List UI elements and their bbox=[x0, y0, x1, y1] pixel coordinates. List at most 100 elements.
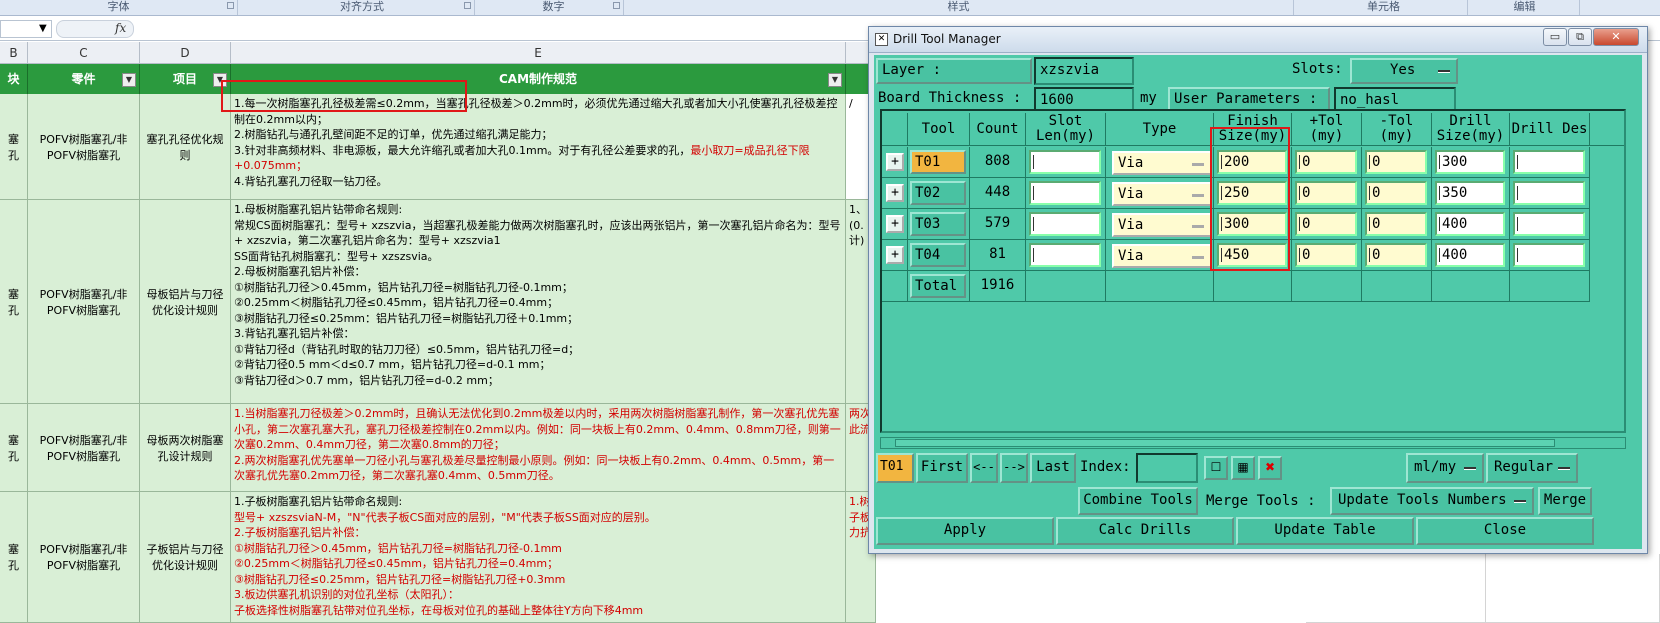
scrollbar-thumb[interactable] bbox=[895, 439, 1555, 447]
drill-size-input[interactable]: 300 bbox=[1435, 150, 1505, 174]
dialog-launcher-icon[interactable] bbox=[613, 2, 620, 9]
cell-spec[interactable]: 1.子板树脂塞孔铝片钻带命名规则: 型号+ xzszsviaN-M，"N"代表子… bbox=[231, 492, 846, 623]
cell-item[interactable]: 母板铝片与刀径优化设计规则 bbox=[140, 200, 231, 404]
cell-spec[interactable]: 1.当树脂塞孔刀径极差＞0.2mm时，且确认无法优化到0.2mm极差以内时，采用… bbox=[231, 404, 846, 492]
tool-row-icon[interactable]: + bbox=[886, 184, 904, 202]
spec-line: ①树脂钻孔刀径＞0.45mm，铝片钻孔刀径=树脂钻孔刀径-0.1mm； bbox=[234, 280, 573, 294]
drill-des-input[interactable] bbox=[1513, 150, 1585, 174]
column-header-b[interactable]: B bbox=[0, 42, 28, 64]
minus-tol-input[interactable]: 0 bbox=[1365, 212, 1427, 236]
type-option-menu[interactable]: Via bbox=[1112, 244, 1212, 268]
tool-row-icon[interactable]: + bbox=[886, 153, 904, 171]
tool-button[interactable]: T02 bbox=[910, 181, 966, 205]
mode-option-menu[interactable]: Regular bbox=[1486, 453, 1578, 483]
empty-cell[interactable] bbox=[1306, 554, 1486, 623]
dialog-client: Layer : xzszvia Slots: Yes Board Thickne… bbox=[874, 55, 1642, 549]
combine-tools-button[interactable]: Combine Tools bbox=[1078, 487, 1198, 515]
column-header-c[interactable]: C bbox=[28, 42, 140, 64]
drill-des-input[interactable] bbox=[1513, 243, 1585, 267]
minimize-button[interactable]: ▭ bbox=[1543, 28, 1567, 46]
tool-button[interactable]: T03 bbox=[910, 212, 966, 236]
insert-function-button[interactable]: fx bbox=[56, 20, 134, 38]
slot-len-input[interactable] bbox=[1029, 181, 1101, 205]
spec-line: 1.子板树脂塞孔铝片钻带命名规则: bbox=[234, 495, 403, 508]
delete-icon[interactable]: ✖ bbox=[1258, 456, 1282, 480]
column-header-e[interactable]: E bbox=[231, 42, 846, 64]
tool-cell: T01 bbox=[908, 147, 970, 178]
filter-dropdown-icon[interactable]: ▼ bbox=[122, 73, 136, 87]
cell-item[interactable]: 子板铝片与刀径优化设计规则 bbox=[140, 492, 231, 623]
plus-tol-input[interactable]: 0 bbox=[1295, 181, 1357, 205]
name-box[interactable]: ▼ bbox=[0, 20, 52, 38]
minus-tol-cell: 0 bbox=[1362, 209, 1432, 240]
maximize-button[interactable]: ⧉ bbox=[1568, 28, 1592, 46]
type-option-menu[interactable]: Via bbox=[1112, 151, 1212, 175]
picture-icon[interactable]: ▦ bbox=[1231, 456, 1255, 480]
tool-button[interactable]: T01 bbox=[910, 150, 966, 174]
column-header-extra bbox=[1590, 113, 1624, 146]
cell-block[interactable]: 塞孔 bbox=[0, 94, 28, 200]
drill-size-input[interactable]: 400 bbox=[1435, 212, 1505, 236]
close-window-button[interactable]: ✕ bbox=[1593, 28, 1639, 46]
type-option-menu[interactable]: Via bbox=[1112, 182, 1212, 206]
cell-block[interactable]: 塞孔 bbox=[0, 492, 28, 623]
spec-line: 4.背钻孔塞孔刀径取一钻刀径。 bbox=[234, 174, 388, 188]
title-bar[interactable]: ✕ Drill Tool Manager ▭ ⧉ ✕ bbox=[869, 27, 1647, 53]
cell-spec[interactable]: 1.母板树脂塞孔铝片钻带命名规则: 常规CS面树脂塞孔：型号+ xzszvia，… bbox=[231, 200, 846, 404]
cell-part[interactable]: POFV树脂塞孔/非POFV树脂塞孔 bbox=[28, 200, 140, 404]
previous-button[interactable]: <-- bbox=[970, 453, 998, 483]
update-table-button[interactable]: Update Table bbox=[1236, 517, 1414, 545]
total-label: Total bbox=[910, 274, 966, 298]
column-header-d[interactable]: D bbox=[140, 42, 231, 64]
tool-row-icon[interactable]: + bbox=[886, 246, 904, 264]
minus-tol-input[interactable]: 0 bbox=[1365, 243, 1427, 267]
index-input[interactable] bbox=[1136, 453, 1198, 483]
plus-tol-input[interactable]: 0 bbox=[1295, 212, 1357, 236]
minus-tol-input[interactable]: 0 bbox=[1365, 150, 1427, 174]
spec-line: SS面背钻孔树脂塞孔：型号+ xzszsvia。 bbox=[234, 249, 439, 263]
cell-block[interactable]: 塞孔 bbox=[0, 200, 28, 404]
horizontal-scrollbar[interactable] bbox=[880, 437, 1626, 449]
option-menu-icon bbox=[1558, 467, 1570, 470]
slot-len-input[interactable] bbox=[1029, 243, 1101, 267]
count-value: 81 bbox=[989, 246, 1006, 262]
tool-row-icon[interactable]: + bbox=[886, 215, 904, 233]
bulb-icon[interactable]: ☐ bbox=[1204, 456, 1228, 480]
dialog-launcher-icon[interactable] bbox=[464, 2, 471, 9]
empty-cell[interactable] bbox=[1486, 554, 1660, 623]
type-cell: Via bbox=[1106, 240, 1214, 271]
calc-drills-button[interactable]: Calc Drills bbox=[1056, 517, 1234, 545]
next-button[interactable]: --> bbox=[1000, 453, 1028, 483]
slot-len-input[interactable] bbox=[1029, 150, 1101, 174]
count-value: 808 bbox=[984, 153, 1011, 169]
merge-button[interactable]: Merge bbox=[1538, 487, 1592, 515]
first-button[interactable]: First bbox=[916, 453, 968, 483]
drill-size-input[interactable]: 400 bbox=[1435, 243, 1505, 267]
cell-block[interactable]: 塞孔 bbox=[0, 404, 28, 492]
cell-item[interactable]: 母板两次树脂塞孔设计规则 bbox=[140, 404, 231, 492]
cell-part[interactable]: POFV树脂塞孔/非POFV树脂塞孔 bbox=[28, 492, 140, 623]
type-option-menu[interactable]: Via bbox=[1112, 213, 1212, 237]
merge-tools-option-menu[interactable]: Update Tools Numbers bbox=[1330, 487, 1534, 515]
slots-option-menu[interactable]: Yes bbox=[1350, 58, 1458, 84]
spec-line-red: 2.两次树脂塞孔优先塞单一刀径小孔与塞孔极差尽量控制最小原则。例如：同一块板上有… bbox=[234, 453, 835, 483]
slot-len-input[interactable] bbox=[1029, 212, 1101, 236]
apply-button[interactable]: Apply bbox=[876, 517, 1054, 545]
drill-size-input[interactable]: 350 bbox=[1435, 181, 1505, 205]
tool-button[interactable]: T04 bbox=[910, 243, 966, 267]
plus-tol-input[interactable]: 0 bbox=[1295, 150, 1357, 174]
plus-tol-input[interactable]: 0 bbox=[1295, 243, 1357, 267]
cell-part[interactable]: POFV树脂塞孔/非POFV树脂塞孔 bbox=[28, 404, 140, 492]
units-option-menu[interactable]: ml/my bbox=[1406, 453, 1484, 483]
cell-part[interactable]: POFV树脂塞孔/非POFV树脂塞孔 bbox=[28, 94, 140, 200]
empty-grid-cell bbox=[1362, 271, 1432, 302]
filter-dropdown-icon[interactable]: ▼ bbox=[828, 73, 842, 87]
drill-des-input[interactable] bbox=[1513, 212, 1585, 236]
drill-des-input[interactable] bbox=[1513, 181, 1585, 205]
close-button[interactable]: Close bbox=[1416, 517, 1594, 545]
layer-field[interactable]: xzszvia bbox=[1034, 57, 1134, 85]
cell-item[interactable]: 塞孔孔径优化规则 bbox=[140, 94, 231, 200]
dialog-launcher-icon[interactable] bbox=[227, 2, 234, 9]
minus-tol-input[interactable]: 0 bbox=[1365, 181, 1427, 205]
last-button[interactable]: Last bbox=[1030, 453, 1076, 483]
